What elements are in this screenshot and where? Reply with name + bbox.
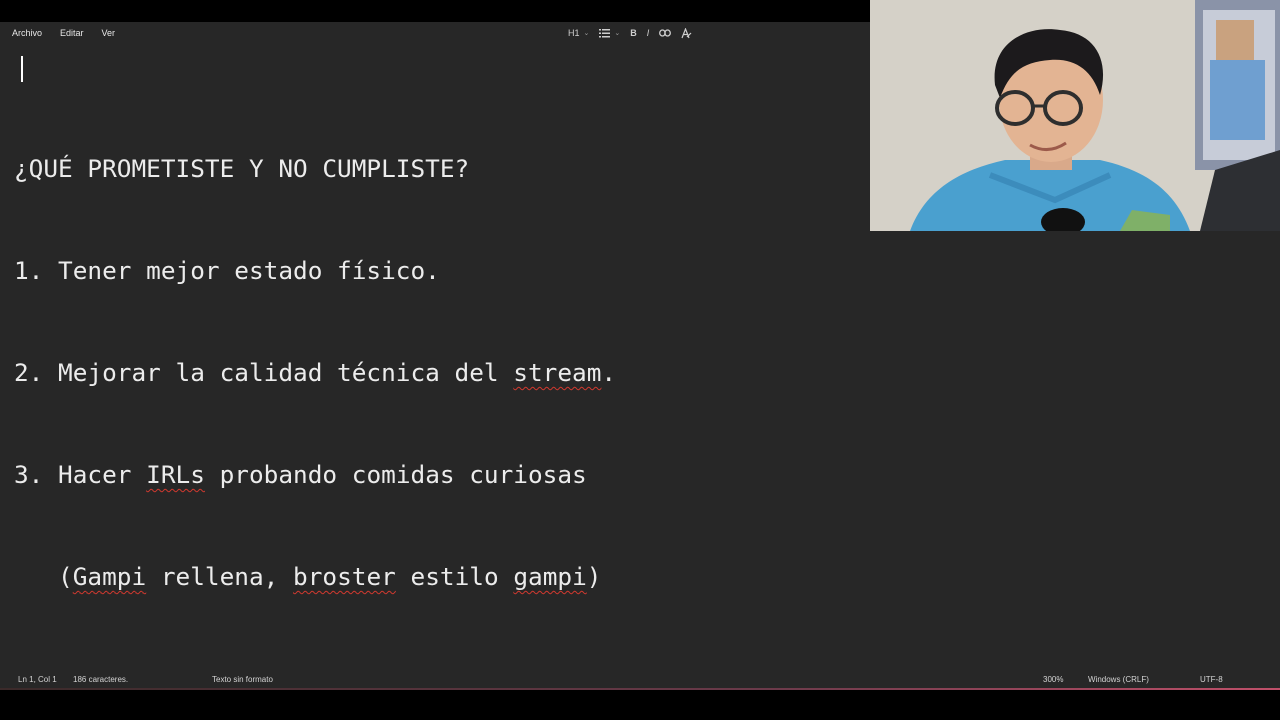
text-format[interactable]: Texto sin formato: [212, 675, 273, 684]
chevron-down-icon: ⌄: [583, 30, 590, 37]
clear-formatting-button[interactable]: [681, 24, 692, 42]
doc-line-text: 2. Mejorar la calidad técnica del stream…: [14, 358, 617, 387]
cursor-position[interactable]: Ln 1, Col 1: [18, 675, 57, 684]
doc-line-3: 2. Mejorar la calidad técnica del stream…: [8, 356, 1266, 390]
heading-label: H1: [568, 28, 580, 38]
line-ending[interactable]: Windows (CRLF): [1088, 675, 1149, 684]
doc-line-4: 3. Hacer IRLs probando comidas curiosas: [8, 458, 1266, 492]
webcam-person-image: [870, 0, 1280, 231]
format-toolbar: H1 ⌄ ⌄ B I: [568, 24, 702, 42]
menu-edit[interactable]: Editar: [60, 28, 84, 38]
spellcheck-word[interactable]: gampi: [513, 562, 586, 591]
doc-line-text: 1. Tener mejor estado físico.: [14, 256, 440, 285]
link-icon: [659, 29, 672, 37]
doc-line-5: (Gampi rellena, broster estilo gampi): [8, 560, 1266, 594]
heading-dropdown[interactable]: H1 ⌄: [568, 24, 589, 42]
spellcheck-word[interactable]: stream: [513, 358, 601, 387]
doc-line-2: 1. Tener mejor estado físico.: [8, 254, 1266, 288]
doc-line-text: ¿QUÉ PROMETISTE Y NO CUMPLISTE?: [14, 154, 470, 183]
spellcheck-word[interactable]: IRLs: [146, 460, 205, 489]
clear-formatting-icon: [681, 27, 692, 39]
zoom-level[interactable]: 300%: [1043, 675, 1063, 684]
spellcheck-word[interactable]: broster: [293, 562, 396, 591]
link-button[interactable]: [659, 24, 672, 42]
menu-view[interactable]: Ver: [102, 28, 116, 38]
encoding[interactable]: UTF-8: [1200, 675, 1223, 684]
text-caret: [21, 56, 23, 82]
doc-line-text: 3. Hacer IRLs probando comidas curiosas: [14, 460, 587, 489]
italic-button[interactable]: I: [647, 24, 650, 42]
menu-file[interactable]: Archivo: [12, 28, 42, 38]
webcam-overlay: [870, 0, 1280, 231]
list-icon: [599, 28, 611, 38]
status-bar: Ln 1, Col 1 186 caracteres. Texto sin fo…: [0, 668, 1280, 690]
spellcheck-word[interactable]: Gampi: [73, 562, 146, 591]
doc-line-text: (Gampi rellena, broster estilo gampi): [14, 562, 602, 591]
character-count: 186 caracteres.: [73, 675, 129, 684]
bottom-black-strip: [0, 690, 1280, 720]
chevron-down-icon: ⌄: [614, 30, 621, 37]
bold-button[interactable]: B: [630, 24, 637, 42]
list-dropdown[interactable]: ⌄: [599, 24, 620, 42]
